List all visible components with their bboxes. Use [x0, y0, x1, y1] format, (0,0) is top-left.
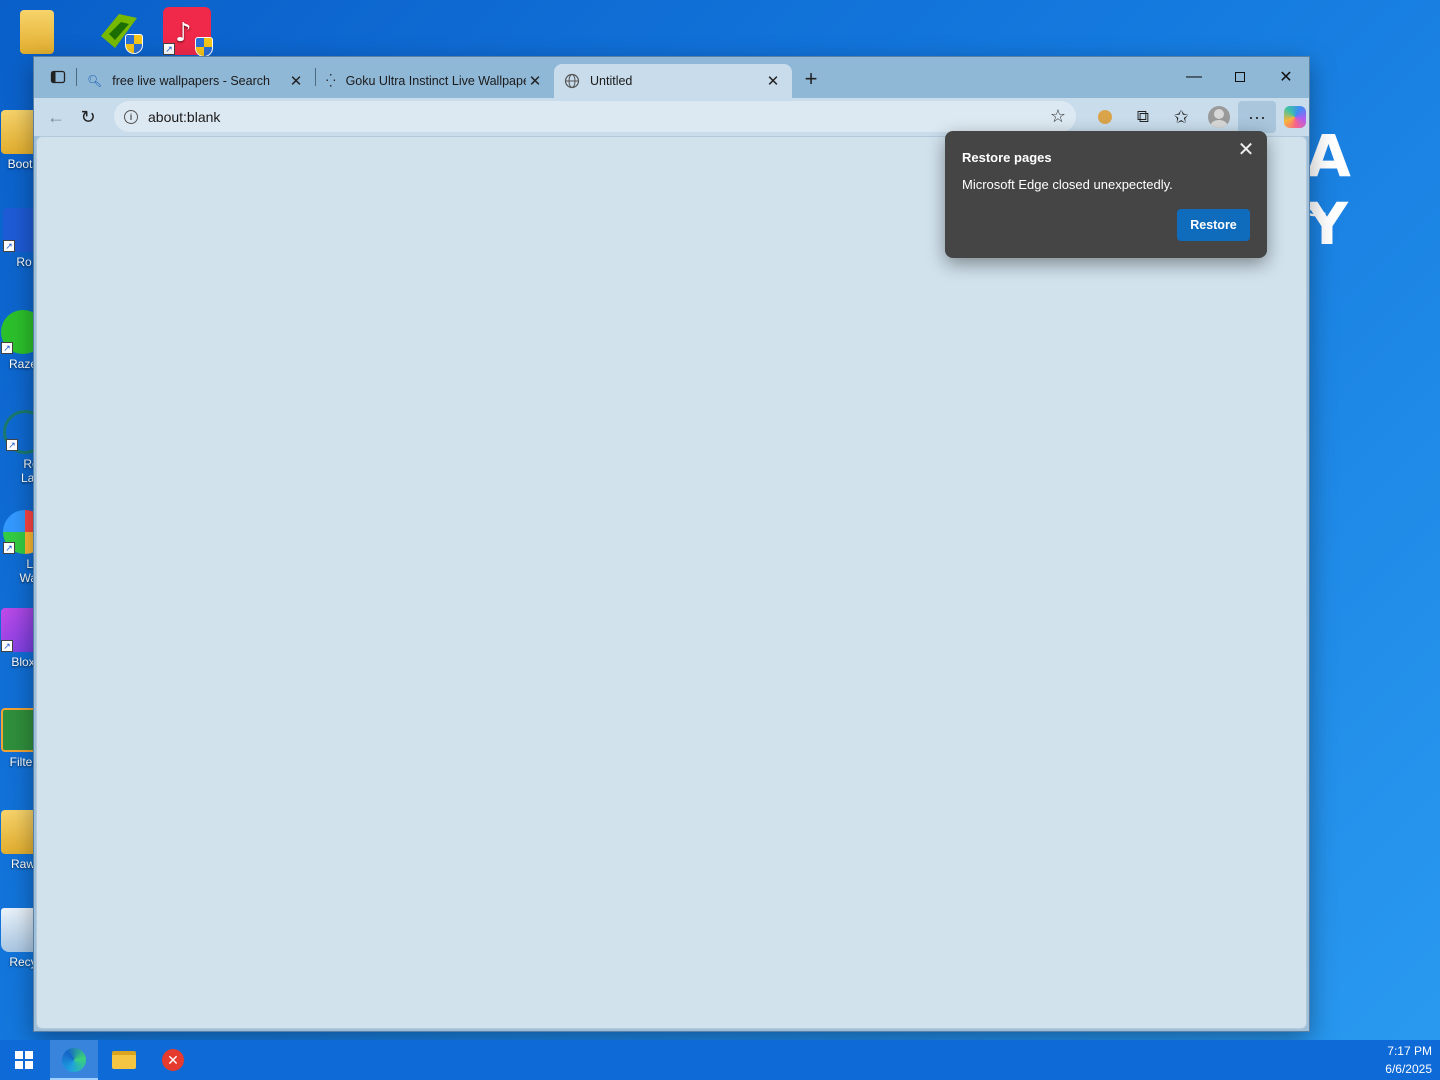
- maximize-icon: [1235, 72, 1245, 82]
- folder-icon: [112, 1051, 136, 1069]
- page-content: [36, 136, 1307, 1029]
- tab-bar: 🔍︎ free live wallpapers - Search ✕ ⁛ Gok…: [34, 57, 1309, 98]
- folder-icon: [20, 10, 54, 54]
- tab-actions-icon: [50, 70, 66, 84]
- taskbar-app[interactable]: ✕: [149, 1040, 197, 1080]
- desktop-icon-nvidia[interactable]: [84, 8, 154, 55]
- tab-goku-wallpaper[interactable]: ⁛ Goku Ultra Instinct Live Wallpaper ✕: [316, 64, 554, 98]
- extensions-button[interactable]: ⧉: [1124, 101, 1162, 133]
- system-clock[interactable]: 7:17 PM 6/6/2025: [1385, 1042, 1432, 1078]
- wallpaper-subtext: 5.: [1308, 200, 1328, 221]
- clock-date: 6/6/2025: [1385, 1062, 1432, 1076]
- minimize-icon: —: [1186, 68, 1202, 85]
- tab-untitled[interactable]: Untitled ✕: [554, 64, 792, 98]
- shortcut-arrow-icon: ↗: [1, 640, 13, 652]
- info-icon[interactable]: i: [124, 109, 138, 124]
- shortcut-arrow-icon: ↗: [163, 43, 175, 55]
- shortcut-arrow-icon: ↗: [1, 342, 13, 354]
- back-button[interactable]: ←: [40, 101, 72, 133]
- ellipsis-icon: ···: [1248, 106, 1266, 127]
- popup-message: Microsoft Edge closed unexpectedly.: [962, 177, 1173, 192]
- cookie-icon: [1098, 110, 1112, 124]
- shortcut-arrow-icon: ↗: [6, 439, 18, 451]
- favorites-button[interactable]: ✩: [1162, 101, 1200, 133]
- restore-button[interactable]: Restore: [1177, 209, 1250, 241]
- favorite-star-icon[interactable]: ☆: [1050, 106, 1066, 127]
- svg-text:♪: ♪: [175, 18, 192, 48]
- tab-close-button[interactable]: ✕: [287, 72, 305, 90]
- tab-search[interactable]: 🔍︎ free live wallpapers - Search ✕: [77, 64, 315, 98]
- clock-time: 7:17 PM: [1387, 1044, 1432, 1058]
- edge-icon: [62, 1048, 86, 1072]
- copilot-button[interactable]: [1276, 101, 1314, 133]
- plus-icon: +: [804, 66, 818, 91]
- shortcut-arrow-icon: ↗: [3, 542, 15, 554]
- start-button[interactable]: [0, 1040, 48, 1080]
- globe-icon: [564, 73, 580, 89]
- wallpaper-letters: A Y: [1306, 122, 1373, 258]
- refresh-button[interactable]: ↻: [72, 101, 104, 133]
- popup-close-button[interactable]: ✕: [1234, 137, 1258, 162]
- tiktok-icon: ♪ ↗: [163, 7, 213, 57]
- search-icon: 🔍︎: [87, 74, 103, 88]
- favorites-icon: ✩: [1173, 106, 1189, 127]
- tab-close-button[interactable]: ✕: [764, 72, 782, 90]
- refresh-icon: ↻: [80, 106, 96, 127]
- copilot-icon: [1284, 106, 1306, 128]
- address-bar[interactable]: i about:blank ☆: [114, 101, 1076, 132]
- close-window-button[interactable]: ✕: [1263, 57, 1309, 97]
- maximize-button[interactable]: [1217, 57, 1263, 97]
- popup-title: Restore pages: [962, 150, 1052, 165]
- close-icon: ✕: [1279, 69, 1293, 86]
- nvidia-icon: [97, 8, 143, 54]
- uac-shield-icon: [195, 37, 213, 57]
- taskbar-file-explorer[interactable]: [100, 1040, 148, 1080]
- back-arrow-icon: ←: [47, 106, 65, 127]
- cookie-extension-button[interactable]: [1086, 101, 1124, 133]
- desktop-icon-tiktok[interactable]: ♪ ↗: [152, 7, 222, 58]
- toolbar-right: ⧉ ✩ ···: [1086, 101, 1314, 133]
- minimize-button[interactable]: —: [1171, 57, 1217, 97]
- restore-pages-popup: Restore pages Microsoft Edge closed unex…: [945, 131, 1267, 258]
- dots-icon: ⁛: [326, 74, 336, 88]
- avatar: [1208, 106, 1230, 128]
- address-text[interactable]: about:blank: [148, 109, 220, 125]
- new-tab-button[interactable]: +: [796, 64, 826, 94]
- taskbar-edge[interactable]: [50, 1040, 98, 1080]
- close-icon: ✕: [1237, 139, 1255, 161]
- tab-actions-button[interactable]: [44, 63, 72, 91]
- windows-logo-icon: [15, 1051, 33, 1069]
- uac-shield-icon: [125, 34, 143, 54]
- tab-close-button[interactable]: ✕: [526, 72, 544, 90]
- more-options-button[interactable]: ···: [1238, 101, 1276, 133]
- taskbar: ✕ 7:17 PM 6/6/2025: [0, 1040, 1440, 1080]
- profile-button[interactable]: [1200, 101, 1238, 133]
- puzzle-icon: ⧉: [1136, 107, 1150, 126]
- red-x-icon: ✕: [162, 1049, 184, 1071]
- window-controls: — ✕: [1171, 57, 1309, 97]
- shortcut-arrow-icon: ↗: [3, 240, 15, 252]
